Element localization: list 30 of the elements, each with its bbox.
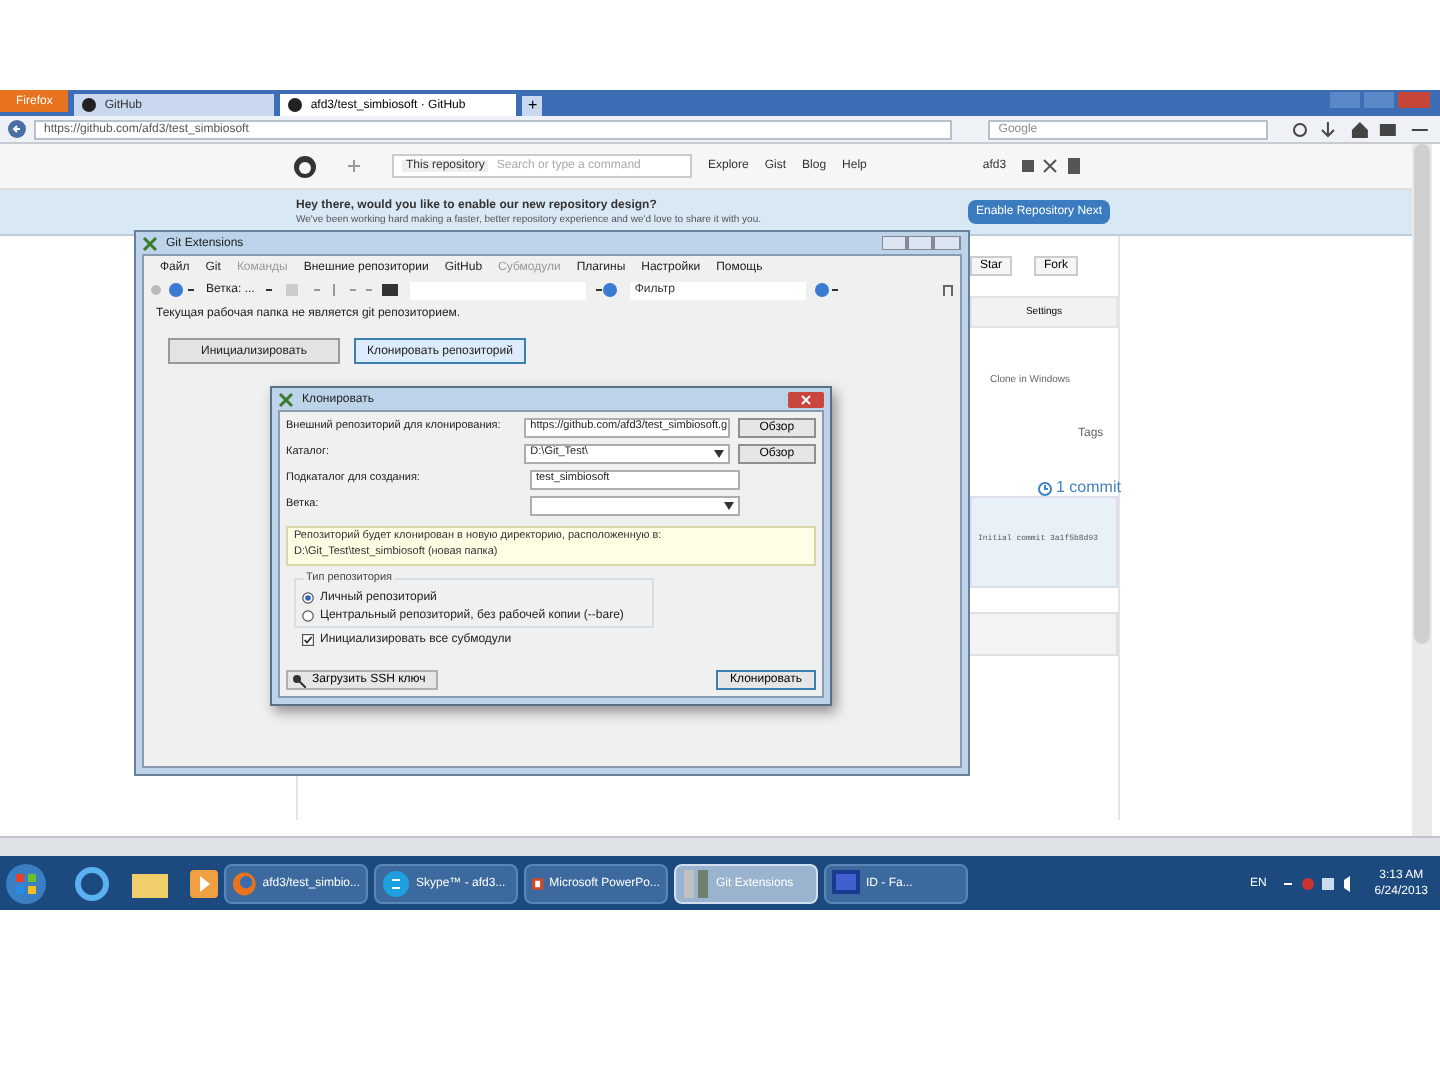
search-options-icon[interactable]	[594, 282, 623, 298]
dropdown-arrow-icon	[724, 502, 734, 510]
radio-button[interactable]	[302, 592, 314, 604]
clock-icon	[1038, 481, 1052, 495]
new-tab-button[interactable]: +	[522, 96, 543, 116]
checkbox[interactable]	[302, 634, 314, 646]
header-icons[interactable]	[1022, 158, 1083, 174]
git-extensions-logo-icon	[142, 235, 158, 251]
media-player-icon[interactable]	[190, 869, 218, 897]
plus-icon[interactable]	[348, 160, 360, 172]
window-controls-icon	[1330, 92, 1430, 108]
app-icon	[832, 869, 860, 897]
scrollbar[interactable]	[1412, 144, 1432, 836]
app-icon	[232, 869, 257, 897]
app-icon	[382, 869, 410, 897]
toolbar-icons[interactable]	[1292, 121, 1432, 137]
dropdown-arrow-icon	[713, 450, 724, 458]
toolbar-icons[interactable]	[262, 282, 403, 298]
start-button-icon[interactable]	[4, 861, 48, 905]
back-arrow-icon[interactable]	[8, 120, 26, 138]
radio-button[interactable]	[302, 610, 314, 622]
folder-icon[interactable]	[132, 869, 168, 897]
app-icon	[682, 869, 710, 897]
pin-icon[interactable]	[942, 282, 954, 298]
close-icon[interactable]	[788, 391, 824, 407]
commits-link[interactable]: 1 commit	[1038, 480, 1121, 496]
filter-options-icon[interactable]	[814, 282, 839, 298]
scrollbar-thumb[interactable]	[1414, 144, 1430, 644]
window-controls-icon[interactable]	[882, 236, 962, 250]
git-extensions-logo-icon	[278, 391, 294, 407]
